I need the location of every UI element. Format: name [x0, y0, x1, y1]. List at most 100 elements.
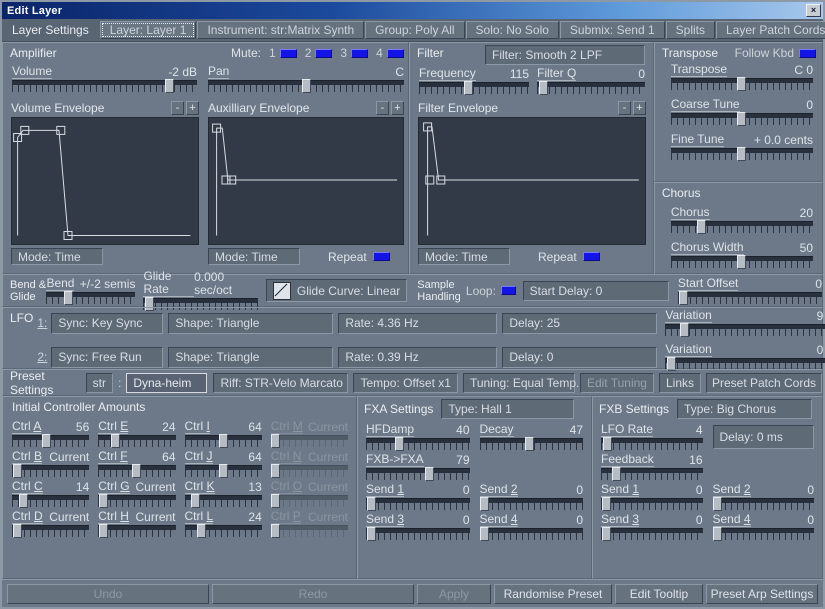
- tab-layer-patch-cords[interactable]: Layer Patch Cords: [715, 21, 825, 39]
- preset-name-field[interactable]: Dyna-heim: [126, 372, 208, 393]
- lfo-1-delay[interactable]: Delay: 25: [502, 312, 658, 334]
- chorus-width-knob[interactable]: [737, 255, 747, 269]
- mute-2-led[interactable]: [315, 48, 333, 58]
- ctrl-i-knob[interactable]: [218, 434, 228, 448]
- lfo-1-sync[interactable]: Sync: Key Sync: [51, 312, 164, 334]
- tab-submix[interactable]: Submix: Send 1: [559, 21, 665, 39]
- fxa-send-2-knob[interactable]: [480, 497, 490, 511]
- undo-button[interactable]: Undo: [7, 583, 209, 604]
- tab-splits[interactable]: Splits: [665, 21, 715, 39]
- tab-solo[interactable]: Solo: No Solo: [465, 21, 559, 39]
- fxa-hfdamp-knob[interactable]: [395, 437, 405, 451]
- chorus-amount-slider[interactable]: Chorus 20: [670, 206, 813, 234]
- lfo-2-variation-slider[interactable]: Variation 0 %: [665, 343, 825, 371]
- loop-led[interactable]: [500, 286, 516, 295]
- fxb-send-4-slider[interactable]: Send 40: [712, 513, 814, 541]
- fxb-feedback-slider[interactable]: Feedback 16: [601, 453, 703, 481]
- preset-bank-field[interactable]: str: [85, 372, 113, 393]
- lfo-1-rate[interactable]: Rate: 4.36 Hz: [338, 312, 498, 334]
- lfo-2-delay[interactable]: Delay: 0: [502, 346, 658, 368]
- ctrl-b-slider[interactable]: Ctrl B Current: [12, 450, 90, 478]
- fxa-send-3-knob[interactable]: [366, 527, 376, 541]
- ctrl-f-knob[interactable]: [132, 464, 142, 478]
- volume-envelope-graph[interactable]: [11, 117, 199, 245]
- coarse-tune-knob[interactable]: [737, 112, 747, 126]
- ctrl-b-knob[interactable]: [12, 464, 22, 478]
- volume-envelope-mode[interactable]: Mode: Time: [11, 248, 103, 265]
- lfo-2-rate[interactable]: Rate: 0.39 Hz: [338, 346, 498, 368]
- lfo-1-variation-slider[interactable]: Variation 9 %: [665, 309, 825, 337]
- mute-4-led[interactable]: [386, 48, 404, 58]
- apply-button[interactable]: Apply: [417, 583, 491, 604]
- preset-riff-field[interactable]: Riff: STR-Velo Marcato: [213, 372, 349, 393]
- ctrl-a-knob[interactable]: [42, 434, 52, 448]
- bend-knob[interactable]: [64, 290, 74, 305]
- lfo-1-variation-knob[interactable]: [680, 323, 689, 337]
- fxb-send-4-knob[interactable]: [713, 527, 723, 541]
- aux-envelope-plus-button[interactable]: +: [391, 101, 404, 115]
- coarse-tune-slider[interactable]: Coarse Tune 0: [670, 98, 813, 126]
- fxa-send-4-slider[interactable]: Send 40: [479, 513, 583, 541]
- transpose-knob[interactable]: [737, 77, 747, 91]
- ctrl-e-slider[interactable]: Ctrl E 24: [98, 420, 176, 448]
- follow-kbd-led[interactable]: [799, 48, 816, 58]
- fxb-lfo-rate-knob[interactable]: [602, 437, 612, 451]
- ctrl-c-slider[interactable]: Ctrl C 14: [12, 480, 90, 508]
- volume-knob[interactable]: [165, 79, 175, 93]
- ctrl-k-knob[interactable]: [190, 494, 200, 508]
- randomise-preset-button[interactable]: Randomise Preset: [494, 583, 612, 604]
- ctrl-d-knob[interactable]: [12, 524, 22, 538]
- fxa-send-2-slider[interactable]: Send 20: [479, 483, 583, 511]
- redo-button[interactable]: Redo: [212, 583, 414, 604]
- ctrl-f-slider[interactable]: Ctrl F 64: [98, 450, 176, 478]
- fxa-send-3-slider[interactable]: Send 30: [366, 513, 470, 541]
- glide-curve-button[interactable]: Glide Curve: Linear: [265, 279, 408, 302]
- filter-envelope-graph[interactable]: [418, 117, 647, 245]
- ctrl-e-knob[interactable]: [110, 434, 120, 448]
- fxb-lfo-rate-slider[interactable]: LFO Rate 4: [601, 423, 703, 451]
- fxb-type-field[interactable]: Type: Big Chorus: [677, 399, 813, 419]
- volume-slider[interactable]: Volume -2 dB: [12, 65, 197, 93]
- fxb-send-3-slider[interactable]: Send 30: [601, 513, 703, 541]
- fine-tune-slider[interactable]: Fine Tune + 0.0 cents: [670, 133, 813, 161]
- ctrl-d-slider[interactable]: Ctrl D Current: [12, 510, 90, 538]
- ctrl-c-knob[interactable]: [18, 494, 28, 508]
- close-icon[interactable]: ×: [806, 4, 821, 17]
- preset-tempo-field[interactable]: Tempo: Offset x1: [353, 372, 458, 393]
- edit-tooltip-button[interactable]: Edit Tooltip: [615, 583, 703, 604]
- mute-3-led[interactable]: [351, 48, 369, 58]
- aux-envelope-minus-button[interactable]: -: [376, 101, 389, 115]
- fxa-fxb-to-fxa-slider[interactable]: FXB->FXA 79: [366, 453, 470, 481]
- ctrl-a-slider[interactable]: Ctrl A 56: [12, 420, 90, 448]
- ctrl-j-slider[interactable]: Ctrl J 64: [184, 450, 262, 478]
- transpose-slider[interactable]: Transpose C 0: [670, 63, 813, 91]
- aux-envelope-repeat-led[interactable]: [372, 252, 390, 261]
- preset-tuning-field[interactable]: Tuning: Equal Temp.: [462, 372, 579, 393]
- ctrl-j-knob[interactable]: [218, 464, 228, 478]
- ctrl-h-knob[interactable]: [98, 524, 108, 538]
- fine-tune-knob[interactable]: [737, 147, 747, 161]
- filter-frequency-slider[interactable]: Frequency 115: [419, 67, 530, 95]
- mute-1-led[interactable]: [279, 48, 297, 58]
- edit-tuning-button[interactable]: Edit Tuning: [579, 372, 654, 393]
- ctrl-h-slider[interactable]: Ctrl H Current: [98, 510, 176, 538]
- glide-rate-slider[interactable]: Glide Rate 0.000 sec/oct: [143, 270, 258, 311]
- ctrl-l-knob[interactable]: [196, 524, 206, 538]
- start-offset-slider[interactable]: Start Offset 0: [677, 276, 822, 305]
- fxb-delay-field[interactable]: Delay: 0 ms: [712, 425, 814, 449]
- bend-slider[interactable]: Bend +/-2 semis: [46, 276, 136, 305]
- ctrl-l-slider[interactable]: Ctrl L 24: [184, 510, 262, 538]
- filter-frequency-knob[interactable]: [464, 81, 474, 95]
- tab-layer[interactable]: Layer: Layer 1: [99, 21, 197, 39]
- ctrl-g-knob[interactable]: [98, 494, 108, 508]
- fxa-hfdamp-slider[interactable]: HFDamp 40: [366, 423, 470, 451]
- fxb-send-2-slider[interactable]: Send 20: [712, 483, 814, 511]
- chorus-width-slider[interactable]: Chorus Width 50: [670, 241, 813, 269]
- aux-envelope-graph[interactable]: [208, 117, 404, 245]
- fxa-send-1-knob[interactable]: [366, 497, 376, 511]
- fxb-send-1-knob[interactable]: [601, 497, 611, 511]
- fxa-send-1-slider[interactable]: Send 10: [366, 483, 470, 511]
- fxb-send-3-knob[interactable]: [601, 527, 611, 541]
- links-button[interactable]: Links: [658, 372, 701, 393]
- filter-q-slider[interactable]: Filter Q 0: [537, 67, 646, 95]
